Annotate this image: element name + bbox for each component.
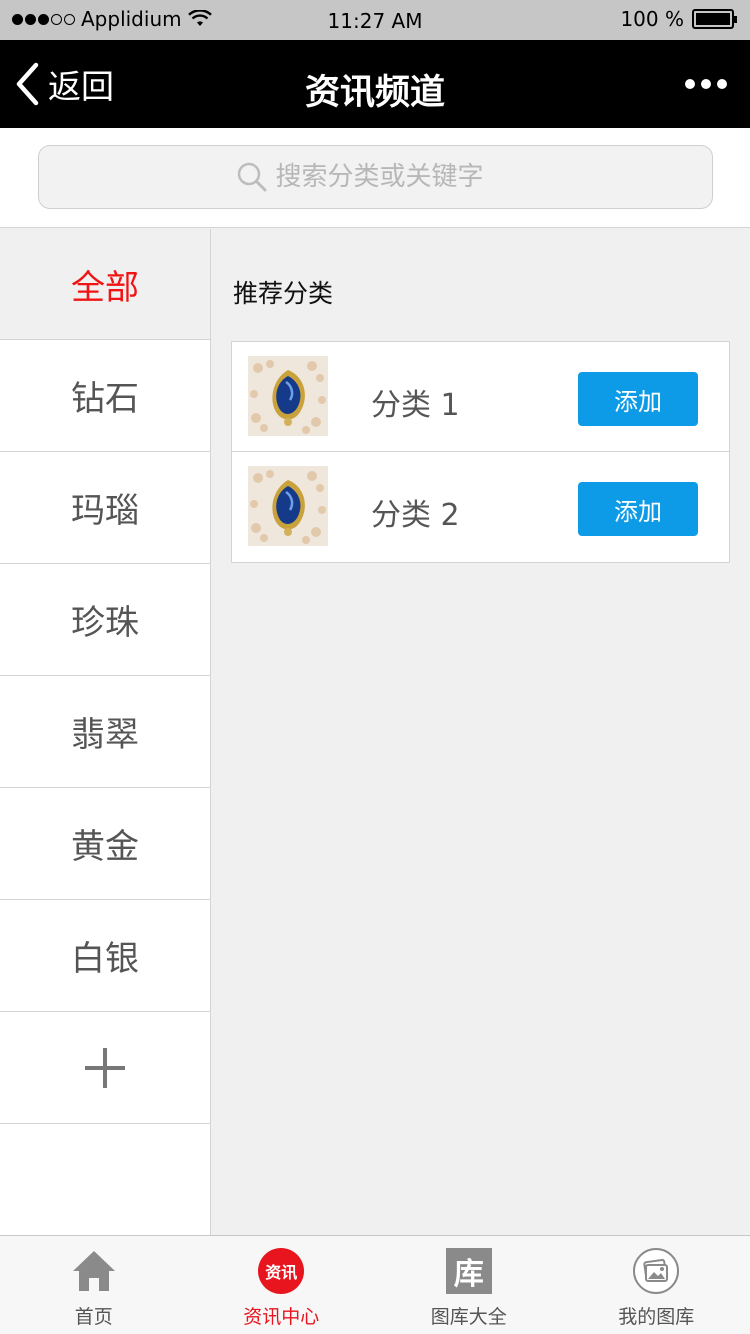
more-dot-icon (717, 79, 727, 89)
battery-icon (692, 9, 737, 29)
add-button[interactable]: 添加 (578, 482, 698, 536)
battery-status: 100 % (620, 7, 737, 31)
chevron-left-icon (16, 62, 39, 106)
tab-bar: 首页 资讯 资讯中心 库 图库大全 我的图库 (0, 1235, 750, 1334)
category-name: 分类 1 (371, 388, 460, 423)
list-item: 分类 1 添加 (232, 342, 729, 452)
category-name: 分类 2 (371, 498, 460, 533)
nav-bar: 返回 资讯频道 (0, 40, 750, 128)
sidebar-item-silver[interactable]: 白银 (0, 900, 210, 1012)
more-dot-icon (685, 79, 695, 89)
tab-my-gallery[interactable]: 我的图库 (563, 1236, 750, 1334)
category-thumbnail (248, 356, 328, 436)
sidebar-item-gold[interactable]: 黄金 (0, 788, 210, 900)
tab-home[interactable]: 首页 (0, 1236, 188, 1334)
tab-home-label: 首页 (74, 1306, 113, 1328)
news-icon: 资讯 (256, 1246, 306, 1296)
back-label: 返回 (48, 67, 114, 106)
section-title: 推荐分类 (233, 279, 334, 308)
tab-my-gallery-label: 我的图库 (618, 1306, 695, 1328)
tab-news-center[interactable]: 资讯 资讯中心 (188, 1236, 376, 1334)
tab-library-label: 图库大全 (430, 1306, 507, 1328)
news-badge: 资讯 (258, 1248, 305, 1294)
list-item: 分类 2 添加 (232, 452, 729, 562)
category-sidebar: 全部 钻石 玛瑙 珍珠 翡翠 黄金 白银 (0, 229, 211, 1235)
sidebar-item-pearl[interactable]: 珍珠 (0, 564, 210, 676)
battery-percent: 100 % (620, 7, 684, 31)
sidebar-item-jade[interactable]: 翡翠 (0, 676, 210, 788)
more-dot-icon (701, 79, 711, 89)
sidebar-item-agate[interactable]: 玛瑙 (0, 452, 210, 564)
search-box[interactable] (38, 145, 713, 209)
my-gallery-icon (631, 1246, 681, 1296)
add-button[interactable]: 添加 (578, 372, 698, 426)
sidebar-item-diamond[interactable]: 钻石 (0, 340, 210, 452)
home-icon (69, 1246, 119, 1296)
category-list: 分类 1 添加 分类 2 添加 (231, 341, 730, 563)
search-area (0, 128, 750, 228)
category-thumbnail (248, 466, 328, 546)
back-button[interactable]: 返回 (14, 60, 114, 108)
plus-icon (85, 1047, 125, 1088)
status-bar: Applidium 11:27 AM 100 % (0, 0, 750, 40)
library-icon: 库 (444, 1246, 494, 1296)
search-input[interactable] (275, 162, 516, 192)
tab-library[interactable]: 库 图库大全 (375, 1236, 563, 1334)
add-category-button[interactable] (0, 1012, 210, 1124)
sidebar-item-all[interactable]: 全部 (0, 229, 210, 340)
tab-news-center-label: 资讯中心 (243, 1306, 320, 1328)
search-icon (237, 162, 266, 192)
more-button[interactable] (676, 68, 736, 100)
library-badge: 库 (445, 1248, 492, 1294)
